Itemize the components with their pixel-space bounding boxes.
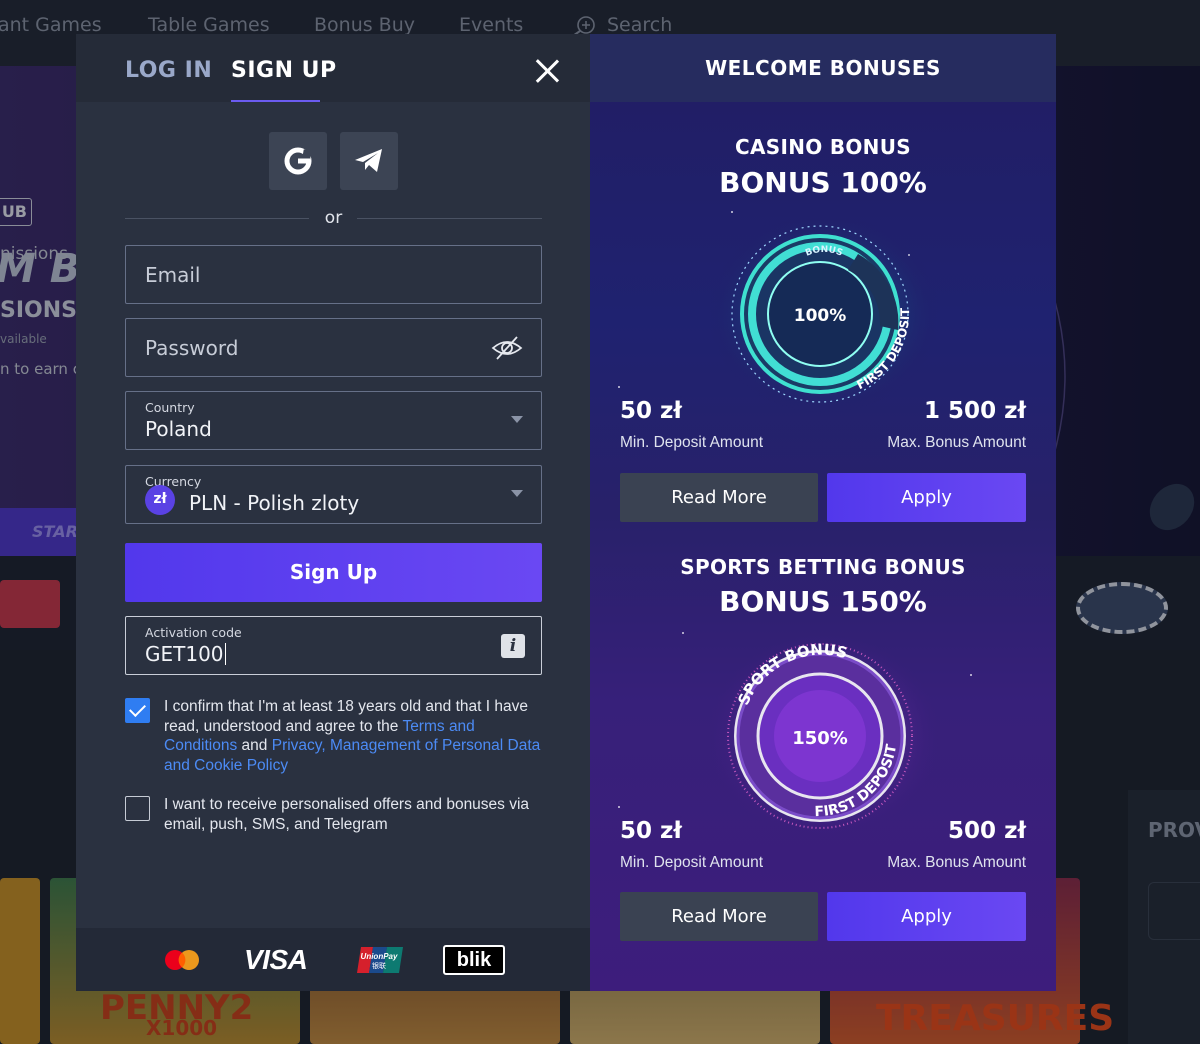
max-bonus-amount: 1 500 zł: [924, 398, 1026, 424]
close-icon[interactable]: [534, 58, 560, 84]
unionpay-cn-text: 银联: [372, 961, 386, 970]
mastercard-icon: [164, 928, 200, 991]
signup-button[interactable]: Sign Up: [125, 543, 542, 602]
payment-methods: VISA UnionPay 银联 blik: [76, 928, 590, 991]
tab-signup[interactable]: SIGN UP: [231, 58, 337, 83]
sparkle: [618, 806, 620, 808]
auth-modal: LOG IN SIGN UP or Email Password Country…: [76, 34, 1056, 991]
country-select[interactable]: Country Poland: [125, 391, 542, 450]
apply-button[interactable]: Apply: [827, 892, 1026, 941]
activation-label: Activation code: [145, 625, 242, 640]
chevron-down-icon: [511, 416, 523, 423]
min-deposit-amount: 50 zł: [620, 398, 682, 424]
or-divider: or: [125, 208, 542, 230]
sparkle: [682, 632, 684, 634]
casino-bonus-emblem: BONUS 100% FIRST DEPOSIT: [708, 214, 940, 414]
or-label: or: [324, 208, 343, 228]
bonus-title: SPORTS BETTING BONUS: [680, 555, 966, 579]
visa-text: VISA: [244, 943, 308, 975]
blik-icon: blik: [443, 928, 505, 991]
activation-code-field[interactable]: Activation code GET100 i: [125, 616, 542, 675]
apply-button[interactable]: Apply: [827, 473, 1026, 522]
info-icon[interactable]: i: [501, 634, 525, 658]
blik-text: blik: [443, 944, 505, 975]
email-field[interactable]: Email: [125, 245, 542, 304]
sparkle: [618, 386, 620, 388]
google-login-button[interactable]: [269, 132, 327, 190]
telegram-icon: [355, 149, 382, 172]
bonus-title: CASINO BONUS: [735, 135, 911, 159]
emblem-center-text: 150%: [792, 728, 848, 749]
google-icon: [284, 147, 312, 175]
text-cursor: [224, 643, 226, 665]
activation-value: GET100: [145, 642, 226, 666]
password-placeholder: Password: [145, 336, 239, 360]
currency-select[interactable]: Currency zł PLN - Polish zloty: [125, 465, 542, 524]
max-bonus-caption: Max. Bonus Amount: [887, 434, 1026, 451]
offers-consent-text: I want to receive personalised offers an…: [164, 796, 530, 833]
chevron-down-icon: [511, 490, 523, 497]
bonuses-header: WELCOME BONUSES: [590, 34, 1056, 102]
eye-off-icon[interactable]: [491, 335, 523, 361]
max-bonus-amount: 500 zł: [948, 818, 1026, 844]
min-deposit-caption: Min. Deposit Amount: [620, 434, 764, 451]
currency-icon: zł: [145, 485, 175, 515]
auth-tabs: LOG IN SIGN UP: [76, 34, 590, 102]
consent-text-part: and: [237, 737, 272, 754]
telegram-login-button[interactable]: [340, 132, 398, 190]
welcome-bonuses-panel: WELCOME BONUSES CASINO BONUS BONUS 100%: [590, 34, 1056, 991]
age-consent-checkbox[interactable]: [125, 698, 150, 723]
age-consent-text: I confirm that I'm at least 18 years old…: [164, 697, 544, 775]
active-tab-indicator: [231, 100, 320, 102]
sparkle: [970, 674, 972, 676]
email-placeholder: Email: [145, 263, 201, 287]
sports-bonus-emblem: SPORT BONUS 150% FIRST DEPOSIT: [708, 634, 940, 838]
activation-code-text: GET100: [145, 642, 224, 666]
min-deposit-amount: 50 zł: [620, 818, 682, 844]
sparkle: [731, 211, 733, 213]
read-more-button[interactable]: Read More: [620, 473, 818, 522]
unionpay-text: UnionPay: [361, 952, 398, 961]
bonus-headline: BONUS 150%: [719, 585, 927, 618]
min-deposit-caption: Min. Deposit Amount: [620, 854, 764, 871]
tab-login[interactable]: LOG IN: [125, 58, 212, 83]
currency-value: PLN - Polish zloty: [189, 491, 360, 515]
signup-panel: LOG IN SIGN UP or Email Password Country…: [76, 34, 590, 991]
bonus-headline: BONUS 100%: [719, 166, 927, 199]
max-bonus-caption: Max. Bonus Amount: [887, 854, 1026, 871]
offers-consent-checkbox[interactable]: [125, 796, 150, 821]
read-more-button[interactable]: Read More: [620, 892, 818, 941]
country-value: Poland: [145, 417, 212, 441]
emblem-center-text: 100%: [794, 306, 847, 326]
visa-icon: VISA: [244, 928, 308, 991]
country-label: Country: [145, 400, 195, 415]
unionpay-icon: UnionPay 银联: [357, 928, 403, 991]
password-field[interactable]: Password: [125, 318, 542, 377]
